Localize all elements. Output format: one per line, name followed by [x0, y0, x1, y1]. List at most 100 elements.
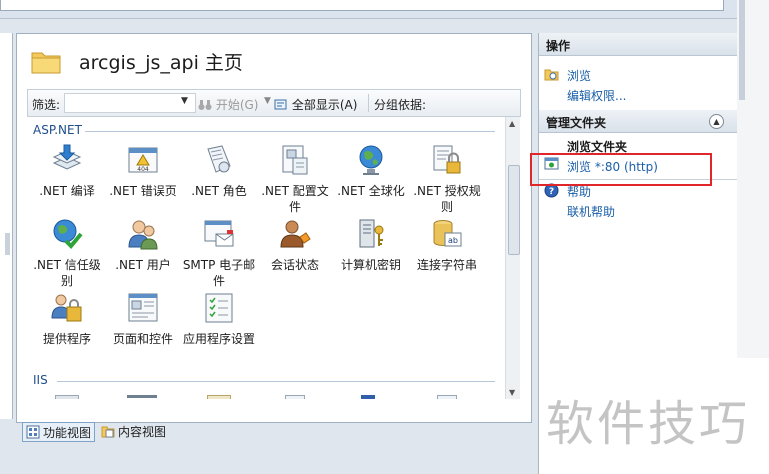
group-name: ASP.NET: [33, 123, 82, 137]
filter-dropdown-icon[interactable]: ▼: [181, 96, 188, 106]
actions-header: 操作: [539, 33, 737, 56]
right-scroll-edge: [739, 0, 745, 100]
collapse-icon[interactable]: ▲: [709, 114, 724, 129]
feature-net-globalization[interactable]: .NET 全球化: [333, 143, 409, 199]
start-filter-label: 开始(G): [215, 98, 259, 112]
feature-smtp-email[interactable]: SMTP 电子邮件: [181, 217, 257, 289]
net-users-icon: [128, 220, 158, 250]
machine-key-icon: [359, 219, 384, 248]
online-help-link[interactable]: 联机帮助: [567, 203, 615, 220]
group-by-label: 分组依据:: [374, 98, 427, 112]
feature-label: 提供程序: [42, 332, 91, 346]
net-compile-icon: [52, 144, 82, 170]
providers-icon: [51, 294, 82, 322]
features-view-icon: [26, 425, 40, 439]
feature-label: SMTP 电子邮件: [182, 258, 256, 288]
connections-pane-edge: [0, 33, 13, 419]
net-roles-icon: [207, 145, 231, 173]
feature-label: 计算机密钥: [340, 258, 401, 272]
feature-label: .NET 用户: [115, 258, 171, 272]
feature-label: .NET 角色: [191, 184, 247, 198]
scroll-down-icon[interactable]: ▼: [509, 388, 515, 397]
feature-net-trust-levels[interactable]: .NET 信任级别: [29, 217, 105, 289]
feature-net-users[interactable]: .NET 用户: [105, 217, 181, 273]
feature-label: .NET 授权规则: [413, 184, 481, 214]
group-header-aspnet[interactable]: ASP.NET: [27, 123, 499, 139]
filter-input[interactable]: [64, 93, 196, 113]
feature-providers[interactable]: 提供程序: [29, 291, 105, 347]
features-view-button[interactable]: 功能视图: [22, 422, 96, 442]
scrollbar-thumb[interactable]: [508, 165, 520, 255]
actions-header-label: 操作: [546, 39, 571, 53]
address-bar[interactable]: [0, 0, 724, 11]
show-all-button[interactable]: 全部显示(A): [274, 96, 357, 113]
net-error-pages-icon: 404: [128, 147, 158, 173]
manage-folder-header[interactable]: 管理文件夹 ▲: [539, 110, 737, 133]
features-scrollbar[interactable]: ▲ ▼: [505, 117, 520, 399]
feature-label: 页面和控件: [112, 332, 173, 346]
svg-text:ab: ab: [448, 236, 458, 245]
feature-pages-and-controls[interactable]: 页面和控件: [105, 291, 181, 347]
feature-session-state[interactable]: 会话状态: [257, 217, 333, 273]
group-header-iis[interactable]: IIS: [27, 373, 499, 389]
net-profile-icon: [282, 145, 308, 175]
feature-label: .NET 配置文件: [261, 184, 329, 214]
feature-label: .NET 错误页: [109, 184, 177, 198]
feature-machine-key[interactable]: 计算机密钥: [333, 217, 409, 273]
filter-label: 筛选:: [32, 98, 61, 112]
feature-net-authorization-rules[interactable]: .NET 授权规则: [409, 143, 485, 215]
connections-scroll-mark: [5, 233, 10, 255]
feature-label: .NET 信任级别: [33, 258, 101, 288]
content-view-icon: [101, 426, 115, 438]
group-divider: [85, 131, 495, 132]
features-view-label: 功能视图: [43, 425, 92, 440]
features-panel: arcgis_js_api 主页 筛选: ▼ 开始(G) ▼ 全部显示(A) 分…: [16, 33, 532, 423]
svg-text:404: 404: [137, 166, 149, 173]
content-view-label: 内容视图: [118, 424, 167, 439]
svg-text:?: ?: [549, 187, 554, 197]
features-list: ASP.NET .NET 编译 404 .NET 错误页 .NET 角色 .NE…: [27, 117, 503, 399]
pages-and-controls-icon: [128, 293, 158, 322]
feature-label: .NET 编译: [39, 184, 95, 198]
view-switcher: 功能视图 内容视图: [0, 419, 538, 442]
start-dropdown-icon[interactable]: ▼: [264, 96, 271, 106]
show-all-label: 全部显示(A): [291, 98, 358, 112]
connection-strings-icon: ab: [433, 220, 462, 247]
feature-label: 应用程序设置: [182, 332, 255, 346]
feature-application-settings[interactable]: 应用程序设置: [181, 291, 257, 347]
feature-connection-strings[interactable]: ab 连接字符串: [409, 217, 485, 273]
binoculars-icon: [198, 100, 212, 110]
scroll-up-icon[interactable]: ▲: [509, 119, 515, 128]
edit-permissions-link[interactable]: 编辑权限...: [567, 87, 626, 104]
session-state-icon: [280, 220, 311, 248]
application-settings-icon: [205, 293, 233, 323]
highlight-box: [530, 153, 712, 186]
feature-net-compile[interactable]: .NET 编译: [29, 143, 105, 199]
feature-net-profile[interactable]: .NET 配置文件: [257, 143, 333, 215]
iis-icon-row: [27, 393, 503, 399]
smtp-email-icon: [204, 220, 234, 247]
feature-net-roles[interactable]: .NET 角色: [181, 143, 257, 199]
feature-label: 会话状态: [270, 258, 319, 272]
feature-label: 连接字符串: [416, 258, 477, 272]
filter-toolbar: 筛选: ▼ 开始(G) ▼ 全部显示(A) 分组依据:: [27, 89, 521, 117]
window-top-strip: [0, 0, 769, 19]
folder-icon: [31, 52, 61, 74]
feature-label: .NET 全球化: [337, 184, 405, 198]
content-view-button[interactable]: 内容视图: [98, 422, 166, 440]
group-divider: [57, 381, 495, 382]
manage-folder-header-label: 管理文件夹: [546, 116, 607, 130]
start-filter-button[interactable]: 开始(G): [198, 96, 259, 113]
watermark: 软件技巧: [540, 358, 769, 474]
page-title: arcgis_js_api 主页: [79, 52, 243, 74]
toolbar-separator: [368, 94, 369, 112]
explore-link[interactable]: 浏览: [567, 67, 591, 84]
show-all-icon: [274, 99, 287, 110]
net-globalization-icon: [359, 145, 383, 175]
feature-net-error-pages[interactable]: 404 .NET 错误页: [105, 143, 181, 199]
net-authorization-rules-icon: [433, 145, 461, 174]
watermark-text: 软件技巧: [546, 396, 751, 452]
net-trust-levels-icon: [53, 219, 83, 249]
group-name: IIS: [33, 373, 48, 387]
explore-icon: [544, 67, 559, 85]
